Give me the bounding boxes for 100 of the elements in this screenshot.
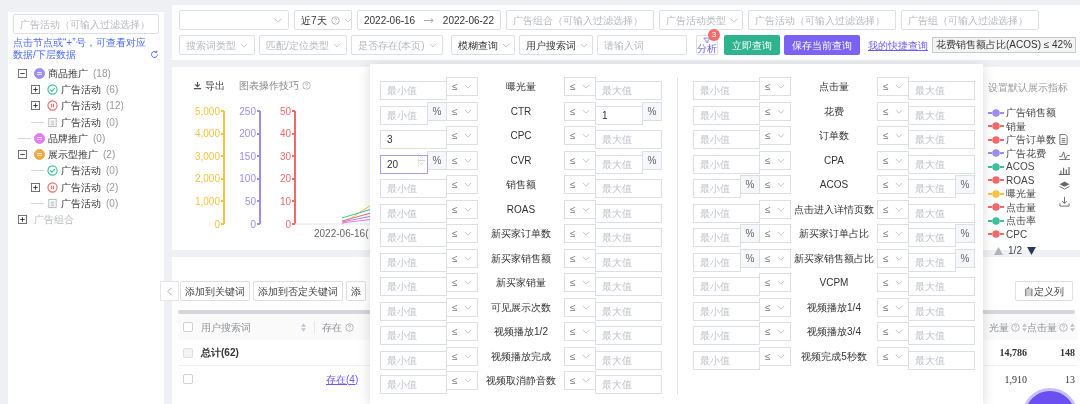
operator-select[interactable]: ≤: [446, 175, 478, 194]
unit-label: %: [955, 248, 975, 268]
legend-item[interactable]: ACOS: [988, 160, 1057, 174]
legend-item[interactable]: 广告花费: [988, 146, 1057, 160]
custom-columns-button[interactable]: 自定义列: [1015, 281, 1074, 301]
select-field[interactable]: [179, 10, 289, 30]
operator-select[interactable]: ≤: [759, 297, 791, 317]
layers-icon[interactable]: [1059, 181, 1071, 190]
tree-item[interactable]: 展示型推广: [48, 147, 98, 163]
operator-select[interactable]: ≤: [759, 175, 791, 194]
operator-select[interactable]: ≤: [759, 346, 791, 366]
operator-select[interactable]: ≤: [759, 273, 791, 292]
query-button[interactable]: 保存当前查询: [784, 35, 860, 55]
checkbox[interactable]: [183, 322, 193, 332]
operator-select[interactable]: ≤: [759, 101, 791, 121]
axis-label: 50: [244, 195, 256, 207]
expand-icon[interactable]: [31, 182, 40, 192]
metric-label: CVR: [509, 153, 533, 168]
chart-tips-link[interactable]: 图表操作技巧: [239, 77, 311, 93]
operator-select[interactable]: ≤: [759, 77, 791, 96]
exists-link[interactable]: 存在(4): [326, 371, 359, 387]
operator-select[interactable]: ≤: [759, 199, 791, 219]
checkbox[interactable]: [183, 374, 193, 384]
caret-icon: [464, 206, 472, 212]
page-down-icon[interactable]: [1026, 246, 1036, 255]
export-button[interactable]: 导出: [193, 77, 225, 93]
collapse-icon[interactable]: [18, 68, 27, 78]
tree-item[interactable]: 广告活动: [61, 196, 101, 211]
bar-chart-icon[interactable]: [1059, 166, 1071, 175]
metric-label: 花费: [823, 104, 845, 119]
tree-item[interactable]: 商品推广: [48, 65, 88, 81]
download-icon[interactable]: [1059, 196, 1071, 207]
table-action-button[interactable]: 添加到否定关键词: [253, 281, 343, 301]
operator-select[interactable]: ≤: [446, 199, 478, 219]
search-field[interactable]: 广告活动（可输入过滤选择）: [13, 14, 159, 34]
column-header[interactable]: 存在: [322, 319, 342, 335]
expand-icon[interactable]: [31, 101, 40, 111]
operator-select[interactable]: ≤: [446, 224, 478, 243]
number-field[interactable]: 20: [380, 154, 428, 174]
document-icon[interactable]: [1059, 134, 1069, 145]
legend-item[interactable]: 曝光量: [988, 187, 1057, 201]
metric-label: 新买家销售额: [490, 251, 552, 266]
legend-item[interactable]: 点击量: [988, 200, 1057, 214]
operator-select[interactable]: ≤: [759, 322, 791, 341]
expand-icon[interactable]: [31, 84, 40, 94]
legend-item[interactable]: CPC: [988, 227, 1057, 241]
caret-icon: [502, 42, 510, 48]
quick-query-link[interactable]: 我的快捷查询: [868, 37, 928, 53]
number-field[interactable]: 1: [595, 105, 643, 125]
tree-item[interactable]: 广告活动: [61, 163, 101, 179]
operator-select[interactable]: ≤: [446, 126, 478, 145]
column-header[interactable]: 点击量: [1027, 319, 1058, 335]
operator-select[interactable]: ≤: [759, 248, 791, 268]
line-chart-icon[interactable]: [1059, 151, 1071, 160]
unit-label: %: [955, 224, 975, 243]
operator-select[interactable]: ≤: [759, 126, 791, 145]
table-action-button[interactable]: 添加到关键词: [180, 281, 250, 301]
input-field[interactable]: 请输入词: [597, 35, 687, 55]
query-button[interactable]: 立即查询: [724, 35, 780, 55]
operator-select[interactable]: ≤: [446, 322, 478, 341]
operator-select[interactable]: ≤: [446, 273, 478, 292]
operator-select[interactable]: ≤: [446, 297, 478, 317]
input-field[interactable]: 广告活动（可输入过滤选择）: [748, 10, 896, 30]
operator-select[interactable]: ≤: [446, 101, 478, 121]
input-field[interactable]: 广告组合（可输入过滤选择）: [506, 10, 654, 30]
legend-item[interactable]: 广告订单数: [988, 133, 1057, 147]
select-field[interactable]: 近7天: [294, 10, 352, 30]
collapse-icon[interactable]: [18, 150, 27, 160]
tree-item[interactable]: 广告活动: [61, 81, 101, 97]
select-field[interactable]: 模糊查询: [451, 35, 515, 55]
refresh-icon[interactable]: [150, 50, 159, 59]
legend-item[interactable]: 销量: [988, 119, 1057, 133]
axis-label: 2,000: [194, 173, 220, 185]
operator-select[interactable]: ≤: [446, 248, 478, 268]
select-field[interactable]: 用户搜索词: [519, 35, 593, 55]
table-action-button[interactable]: 添: [346, 281, 366, 301]
column-header[interactable]: 用户搜索词: [201, 319, 301, 335]
axis-label: 0: [250, 218, 256, 230]
operator-select[interactable]: ≤: [446, 371, 478, 390]
legend-item[interactable]: 广告销售额: [988, 106, 1057, 120]
tree-item[interactable]: 品牌推广: [48, 130, 88, 146]
operator-select[interactable]: ≤: [446, 150, 478, 170]
operator-select[interactable]: ≤: [446, 77, 478, 96]
spinner-icon[interactable]: [418, 153, 425, 167]
operator-select[interactable]: ≤: [759, 150, 791, 170]
operator-select[interactable]: ≤: [446, 346, 478, 366]
number-field[interactable]: 3: [380, 130, 447, 149]
column-header[interactable]: 光量: [989, 319, 1010, 335]
input-field[interactable]: 广告组（可输入过滤选择）: [901, 10, 1039, 30]
tree-item[interactable]: 广告活动: [61, 114, 101, 130]
axis-label: 3,000: [194, 150, 220, 162]
metric-label: 曝光量: [505, 80, 537, 94]
operator-select[interactable]: ≤: [759, 224, 791, 243]
legend-item[interactable]: ROAS: [988, 173, 1057, 187]
query-tag[interactable]: 花费销售额占比(ACOS) ≤ 42%: [932, 37, 1077, 53]
tree-item[interactable]: 广告活动: [61, 98, 101, 114]
metric-label: 新买家销售额占比: [793, 251, 875, 266]
date-range-field[interactable]: 2022-06-16 2022-06-22: [357, 10, 501, 30]
legend-item[interactable]: 点击率: [988, 214, 1057, 228]
tree-item[interactable]: 广告活动: [61, 179, 101, 195]
